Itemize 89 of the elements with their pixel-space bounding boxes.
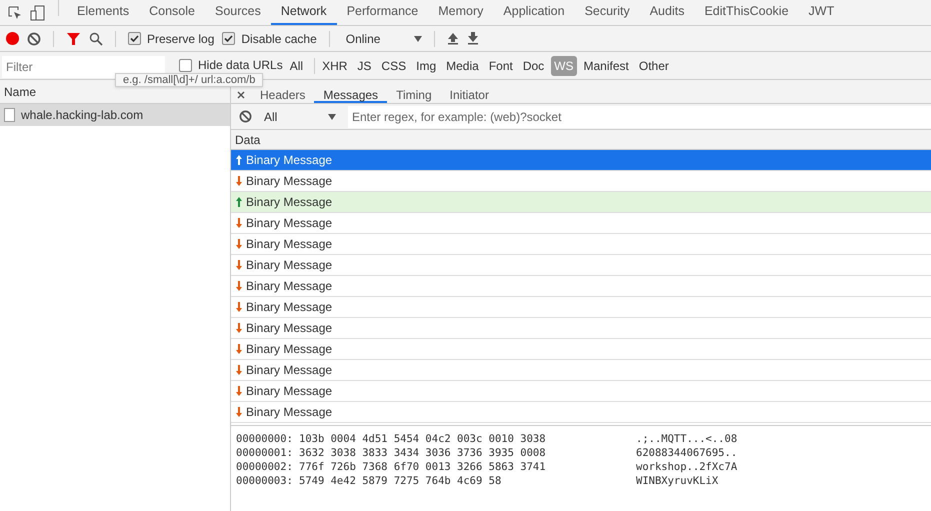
upload-icon[interactable]	[446, 32, 459, 45]
message-text: Binary Message	[246, 278, 332, 295]
message-text: Binary Message	[246, 299, 332, 316]
message-text: Binary Message	[246, 194, 332, 211]
hex-bytes: 776f 726b 7368 6f70 0013 3266 5863 3741	[299, 460, 547, 474]
column-header: Data	[231, 130, 931, 150]
down-arrow-icon	[236, 302, 242, 312]
message-text: Binary Message	[246, 404, 332, 421]
device-icon[interactable]	[30, 4, 46, 20]
hex-bytes: 3632 3038 3833 3434 3036 3736 3935 0008	[299, 446, 547, 460]
down-arrow-icon	[236, 218, 242, 228]
message-text: Binary Message	[246, 383, 332, 400]
type-filter[interactable]: JS	[354, 56, 374, 76]
panel-tab[interactable]: Application	[493, 0, 575, 25]
panel-tab[interactable]: EditThisCookie	[694, 0, 799, 25]
record-button[interactable]	[6, 32, 19, 45]
down-arrow-icon	[236, 386, 242, 396]
ascii-text: WINBXyruvKLiX	[636, 474, 718, 488]
dropdown-caret-icon	[414, 36, 422, 42]
checkbox-label: Hide data URLs	[198, 57, 283, 74]
panel-tab[interactable]: Memory	[428, 0, 494, 25]
detail-tab[interactable]: Headers	[251, 86, 314, 103]
down-arrow-icon	[236, 365, 242, 375]
message-text: Binary Message	[246, 362, 332, 379]
inspect-icon[interactable]	[8, 6, 22, 20]
down-arrow-icon	[236, 260, 242, 270]
message-text: Binary Message	[246, 320, 332, 337]
checkbox[interactable]	[128, 32, 141, 45]
message-text: Binary Message	[246, 341, 332, 358]
detail-tab[interactable]: Initiator	[440, 86, 498, 103]
request-name: whale.hacking-lab.com	[21, 107, 144, 124]
type-filter[interactable]: CSS	[378, 56, 410, 76]
down-arrow-icon	[236, 239, 242, 249]
filter-icon[interactable]	[66, 32, 81, 46]
hex-offset: 00000002:	[236, 460, 294, 474]
close-icon[interactable]	[237, 90, 245, 98]
type-filter[interactable]: XHR	[319, 56, 350, 76]
hex-offset: 00000000:	[236, 432, 294, 446]
down-arrow-icon	[236, 176, 242, 186]
clear-icon[interactable]	[239, 110, 252, 123]
checkbox[interactable]	[179, 58, 192, 72]
panel-tab[interactable]: Audits	[640, 0, 694, 25]
panel-tab[interactable]: Sources	[204, 0, 271, 25]
type-filter[interactable]: Doc	[520, 56, 548, 76]
document-icon	[4, 108, 15, 122]
request-row[interactable]: whale.hacking-lab.com	[0, 104, 230, 126]
message-text: Binary Message	[246, 257, 332, 274]
message-text: Binary Message	[246, 236, 332, 253]
hex-bytes: 103b 0004 4d51 5454 04c2 003c 0010 3038	[299, 432, 547, 446]
ascii-text: workshop..2fXc7A	[636, 460, 738, 474]
message-type-dropdown[interactable]: All	[260, 108, 340, 126]
down-arrow-icon	[236, 407, 242, 417]
type-filter[interactable]: Other	[636, 56, 672, 76]
hex-offset: 00000003:	[236, 474, 294, 488]
type-filter[interactable]: Font	[486, 56, 516, 76]
message-row[interactable]: Binary Message	[231, 150, 931, 171]
panel-tab[interactable]: Console	[139, 0, 205, 25]
panel-tab[interactable]: Elements	[67, 0, 140, 25]
checkbox-label: Disable cache	[241, 30, 317, 48]
hex-offset: 00000001:	[236, 446, 294, 460]
down-arrow-icon	[236, 281, 242, 291]
detail-tab[interactable]: Timing	[387, 86, 441, 103]
type-filter[interactable]: Media	[443, 56, 482, 76]
down-arrow-icon	[236, 323, 242, 333]
download-icon[interactable]	[466, 32, 479, 45]
type-filter[interactable]: Img	[413, 56, 440, 76]
ascii-text: 62088344067695..	[636, 446, 738, 460]
message-text: Binary Message	[246, 173, 332, 190]
regex-field[interactable]: Enter regex, for example: (web)?socket	[348, 106, 931, 128]
message-text: Binary Message	[246, 215, 332, 232]
throttling-dropdown[interactable]: Online	[342, 30, 422, 48]
message-text: Binary Message	[246, 152, 332, 169]
up-arrow-icon	[236, 197, 242, 207]
type-filter[interactable]: All	[286, 56, 306, 76]
ascii-text: .;..MQTT...<..08	[636, 432, 738, 446]
panel-tab[interactable]: JWT	[798, 0, 844, 25]
search-icon[interactable]	[89, 32, 103, 46]
dropdown-caret-icon	[328, 114, 336, 120]
up-arrow-icon	[236, 155, 242, 165]
type-filter[interactable]: Manifest	[580, 56, 632, 76]
panel-tab[interactable]: Security	[574, 0, 640, 25]
checkbox[interactable]	[222, 32, 236, 45]
hex-bytes: 5749 4e42 5879 7275 764b 4c69 58	[299, 474, 502, 488]
checkbox-label: Preserve log	[147, 30, 214, 48]
down-arrow-icon	[236, 344, 242, 354]
tooltip: e.g. /small[\d]+/ url:a.com/b	[115, 73, 264, 87]
message-row[interactable]: Binary Message	[231, 192, 931, 213]
panel-tab[interactable]: Performance	[336, 0, 428, 25]
clear-icon[interactable]	[27, 32, 41, 46]
